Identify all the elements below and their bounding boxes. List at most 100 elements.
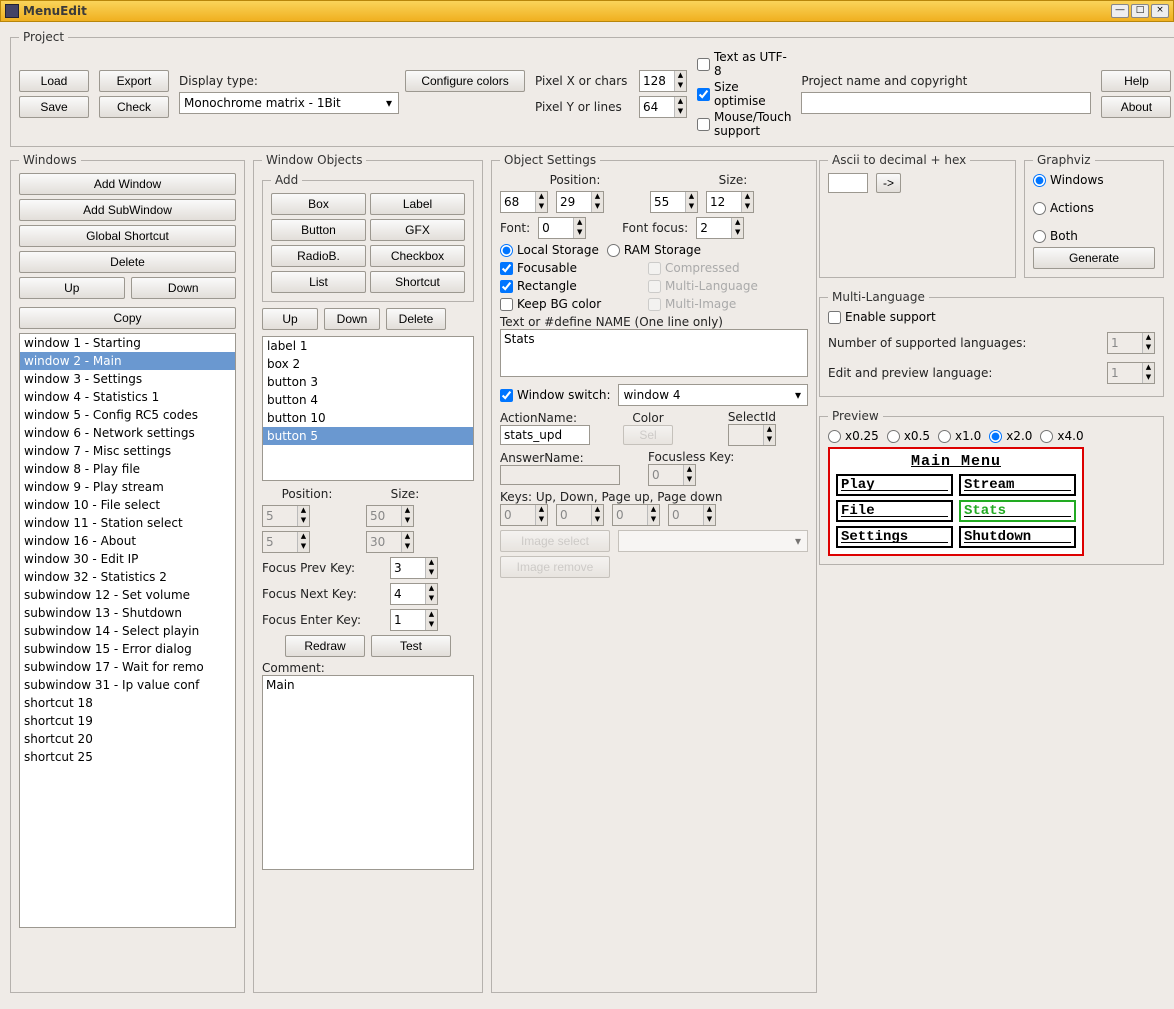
list-item[interactable]: subwindow 13 - Shutdown: [20, 604, 235, 622]
list-item[interactable]: shortcut 20: [20, 730, 235, 748]
add-label-button[interactable]: Label: [370, 193, 465, 215]
local-storage-radio[interactable]: Local Storage: [500, 243, 599, 257]
load-button[interactable]: Load: [19, 70, 89, 92]
size-w-input[interactable]: ▲▼: [650, 191, 698, 213]
mouse-touch-check[interactable]: Mouse/Touch support: [697, 110, 791, 138]
list-item[interactable]: window 5 - Config RC5 codes: [20, 406, 235, 424]
list-item[interactable]: window 4 - Statistics 1: [20, 388, 235, 406]
size-optimise-check[interactable]: Size optimise: [697, 80, 791, 108]
about-button[interactable]: About: [1101, 96, 1171, 118]
list-item[interactable]: window 10 - File select: [20, 496, 235, 514]
list-item[interactable]: button 3: [263, 373, 473, 391]
test-button[interactable]: Test: [371, 635, 451, 657]
list-item[interactable]: window 8 - Play file: [20, 460, 235, 478]
keep-bg-check[interactable]: Keep BG color: [500, 297, 640, 311]
redraw-button[interactable]: Redraw: [285, 635, 365, 657]
comment-input[interactable]: [262, 675, 474, 870]
add-gfx-button[interactable]: GFX: [370, 219, 465, 241]
display-type-select[interactable]: Monochrome matrix - 1Bit▾: [179, 92, 399, 114]
project-name-input[interactable]: [801, 92, 1091, 114]
zoom-radios[interactable]: x0.25 x0.5 x1.0 x2.0 x4.0: [828, 429, 1155, 443]
list-item[interactable]: window 30 - Edit IP: [20, 550, 235, 568]
list-item[interactable]: window 1 - Starting: [20, 334, 235, 352]
list-item[interactable]: window 11 - Station select: [20, 514, 235, 532]
add-list-button[interactable]: List: [271, 271, 366, 293]
save-button[interactable]: Save: [19, 96, 89, 118]
add-button-button[interactable]: Button: [271, 219, 366, 241]
global-shortcut-button[interactable]: Global Shortcut: [19, 225, 236, 247]
rectangle-check[interactable]: Rectangle: [500, 279, 640, 293]
pixel-y-input[interactable]: ▲▼: [639, 96, 687, 118]
maximize-button[interactable]: □: [1131, 4, 1149, 18]
text-utf8-check[interactable]: Text as UTF-8: [697, 50, 791, 78]
window-up-button[interactable]: Up: [19, 277, 125, 299]
copy-window-button[interactable]: Copy: [19, 307, 236, 329]
ascii-input[interactable]: [828, 173, 868, 193]
pos-y-input[interactable]: ▲▼: [556, 191, 604, 213]
list-item[interactable]: window 32 - Statistics 2: [20, 568, 235, 586]
gv-windows-radio[interactable]: Windows: [1033, 173, 1155, 187]
list-item[interactable]: subwindow 31 - Ip value conf: [20, 676, 235, 694]
add-subwindow-button[interactable]: Add SubWindow: [19, 199, 236, 221]
windows-list[interactable]: window 1 - Startingwindow 2 - Main window…: [19, 333, 236, 928]
list-item[interactable]: subwindow 17 - Wait for remo: [20, 658, 235, 676]
zoom-x2.0[interactable]: x2.0: [989, 429, 1032, 443]
focus-enter-input[interactable]: ▲▼: [390, 609, 438, 631]
enable-multilang-check[interactable]: Enable support: [828, 310, 1155, 324]
configure-colors-button[interactable]: Configure colors: [405, 70, 525, 92]
list-item[interactable]: button 4: [263, 391, 473, 409]
list-item[interactable]: subwindow 12 - Set volume: [20, 586, 235, 604]
check-button[interactable]: Check: [99, 96, 169, 118]
list-item[interactable]: box 2: [263, 355, 473, 373]
list-item[interactable]: subwindow 14 - Select playin: [20, 622, 235, 640]
help-button[interactable]: Help: [1101, 70, 1171, 92]
add-window-button[interactable]: Add Window: [19, 173, 236, 195]
obj-down-button[interactable]: Down: [324, 308, 380, 330]
list-item[interactable]: button 10: [263, 409, 473, 427]
zoom-x4.0[interactable]: x4.0: [1040, 429, 1083, 443]
list-item[interactable]: subwindow 15 - Error dialog: [20, 640, 235, 658]
ascii-convert-button[interactable]: ->: [876, 173, 901, 193]
list-item[interactable]: window 9 - Play stream: [20, 478, 235, 496]
pixel-x-input[interactable]: ▲▼: [639, 70, 687, 92]
list-item[interactable]: window 2 - Main: [20, 352, 235, 370]
minimize-button[interactable]: ―: [1111, 4, 1129, 18]
list-item[interactable]: shortcut 18: [20, 694, 235, 712]
ram-storage-radio[interactable]: RAM Storage: [607, 243, 701, 257]
focusable-check[interactable]: Focusable: [500, 261, 640, 275]
add-radio-button[interactable]: RadioB.: [271, 245, 366, 267]
window-down-button[interactable]: Down: [131, 277, 237, 299]
add-shortcut-button[interactable]: Shortcut: [370, 271, 465, 293]
list-item[interactable]: window 16 - About: [20, 532, 235, 550]
delete-window-button[interactable]: Delete: [19, 251, 236, 273]
zoom-x0.25[interactable]: x0.25: [828, 429, 879, 443]
focus-next-input[interactable]: ▲▼: [390, 583, 438, 605]
font-input[interactable]: ▲▼: [538, 217, 586, 239]
window-switch-check[interactable]: Window switch:: [500, 388, 610, 402]
obj-delete-button[interactable]: Delete: [386, 308, 446, 330]
generate-button[interactable]: Generate: [1033, 247, 1155, 269]
list-item[interactable]: window 6 - Network settings: [20, 424, 235, 442]
list-item[interactable]: shortcut 25: [20, 748, 235, 766]
gv-both-radio[interactable]: Both: [1033, 229, 1155, 243]
add-checkbox-button[interactable]: Checkbox: [370, 245, 465, 267]
export-button[interactable]: Export: [99, 70, 169, 92]
gv-actions-radio[interactable]: Actions: [1033, 201, 1155, 215]
window-switch-select[interactable]: window 4▾: [618, 384, 808, 406]
close-button[interactable]: ×: [1151, 4, 1169, 18]
objects-list[interactable]: label 1box 2button 3button 4button 10but…: [262, 336, 474, 481]
zoom-x0.5[interactable]: x0.5: [887, 429, 930, 443]
size-h-input[interactable]: ▲▼: [706, 191, 754, 213]
focus-prev-input[interactable]: ▲▼: [390, 557, 438, 579]
obj-up-button[interactable]: Up: [262, 308, 318, 330]
list-item[interactable]: window 7 - Misc settings: [20, 442, 235, 460]
pos-x-input[interactable]: ▲▼: [500, 191, 548, 213]
list-item[interactable]: shortcut 19: [20, 712, 235, 730]
add-box-button[interactable]: Box: [271, 193, 366, 215]
list-item[interactable]: button 5: [263, 427, 473, 445]
font-focus-input[interactable]: ▲▼: [696, 217, 744, 239]
text-define-input[interactable]: [500, 329, 808, 377]
zoom-x1.0[interactable]: x1.0: [938, 429, 981, 443]
action-name-input[interactable]: [500, 425, 590, 445]
list-item[interactable]: label 1: [263, 337, 473, 355]
